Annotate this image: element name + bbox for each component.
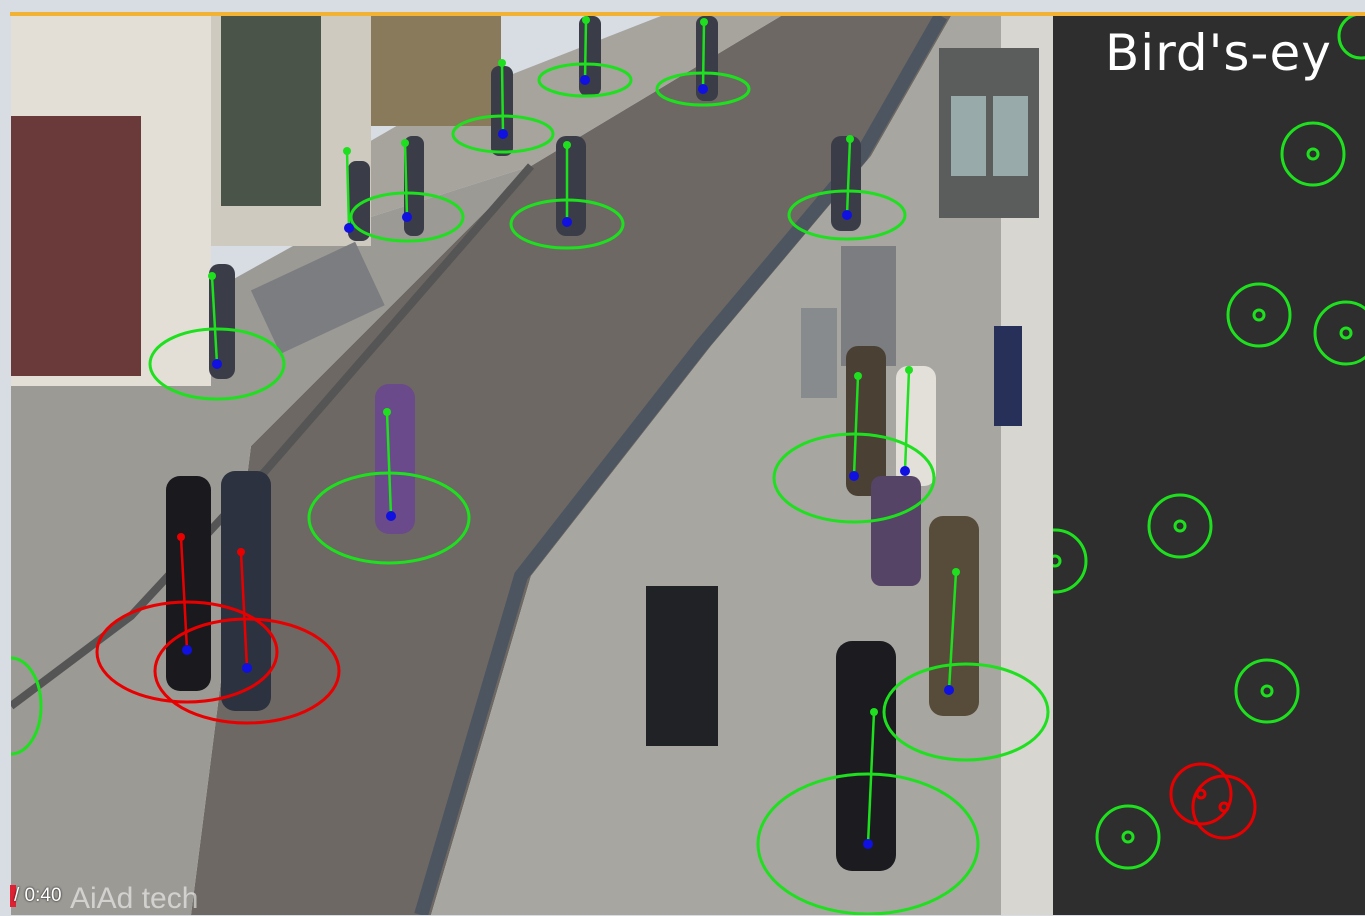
- video-time: / 0:40: [14, 885, 62, 906]
- birdseye-safe-marker: [1095, 804, 1161, 870]
- birdseye-safe-marker: [1053, 528, 1088, 594]
- birdseye-map: [1053, 16, 1365, 870]
- birdseye-safe-marker: [1226, 282, 1292, 348]
- video-frame: Bird's-ey / 0:40 AiAd tech: [0, 0, 1365, 915]
- safe-ring: [11, 656, 43, 756]
- detection-overlay: [11, 16, 1050, 915]
- birdseye-violation-marker: [1191, 774, 1257, 840]
- birdseye-safe-marker: [1313, 300, 1365, 366]
- birdseye-panel: Bird's-ey: [1053, 16, 1365, 915]
- birdseye-safe-marker: [1147, 493, 1213, 559]
- birdseye-safe-marker: [1280, 121, 1346, 187]
- safe-ring: [882, 662, 1050, 762]
- birdseye-safe-marker: [1234, 658, 1300, 724]
- birdseye-violation-marker: [1169, 762, 1233, 826]
- camera-view: [11, 16, 1053, 915]
- birdseye-safe-marker: [1337, 16, 1365, 60]
- watermark: AiAd tech: [70, 882, 199, 915]
